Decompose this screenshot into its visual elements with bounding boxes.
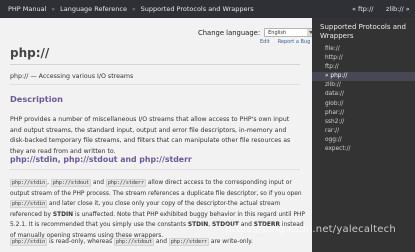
breadcrumb-language-reference[interactable]: Language Reference — [60, 5, 127, 13]
page-title: php:// — [10, 46, 50, 60]
next-page-link[interactable]: zlib:// » — [386, 5, 410, 13]
code-stdout: php://stdout — [50, 179, 91, 187]
sidebar-item-http[interactable]: http:// — [325, 54, 415, 63]
breadcrumb: PHP Manual » Language Reference » Suppor… — [8, 5, 254, 13]
const-stdin: STDIN — [187, 222, 209, 228]
sidebar-item-ogg[interactable]: ogg:// — [325, 136, 415, 145]
divider — [10, 169, 300, 170]
sidebar-item-expect[interactable]: expect:// — [325, 145, 415, 154]
sidebar-item-data[interactable]: data:// — [325, 90, 415, 99]
sidebar: Supported Protocols and Wrappers file://… — [312, 18, 415, 252]
sidebar-item-ftp[interactable]: ftp:// — [325, 63, 415, 72]
watermark: https://blog.csdn.net/yalecaltech — [225, 224, 396, 235]
language-select[interactable]: English — [264, 28, 312, 37]
sidebar-item-php[interactable]: » php:// — [312, 72, 415, 82]
const-stdin: STDIN — [52, 211, 74, 218]
code-stdin: php://stdin — [10, 179, 48, 187]
divider — [10, 64, 300, 65]
breadcrumb-supported-protocols[interactable]: Supported Protocols and Wrappers — [141, 5, 254, 13]
report-bug-link[interactable]: Report a Bug — [278, 39, 311, 45]
sidebar-item-phar[interactable]: phar:// — [325, 109, 415, 118]
description-paragraph: PHP provides a number of miscellaneous I… — [10, 116, 291, 155]
top-navigation-bar: PHP Manual » Language Reference » Suppor… — [0, 0, 415, 18]
code-stdin: php://stdin — [10, 238, 48, 246]
sidebar-item-ssh2[interactable]: ssh2:// — [325, 118, 415, 127]
code-stdout: php://stdout — [113, 238, 155, 246]
sidebar-item-glob[interactable]: glob:// — [325, 100, 415, 109]
code-stdin: php://stdin — [10, 200, 48, 208]
sidebar-title[interactable]: Supported Protocols and Wrappers — [320, 23, 412, 41]
edit-links: Edit Report a Bug — [260, 39, 310, 45]
main-content: Change language: English Edit Report a B… — [0, 18, 312, 252]
code-stderr: php://stderr — [105, 179, 146, 187]
breadcrumb-separator: » — [51, 5, 56, 13]
sidebar-item-file[interactable]: file:// — [325, 45, 415, 54]
language-select-value: English — [268, 30, 287, 36]
readonly-paragraph: php://stdin is read-only, whereas php://… — [10, 238, 253, 246]
refname-line: php:// — Accessing various I/O streams — [10, 73, 134, 80]
sidebar-item-zlib[interactable]: zlib:// — [325, 81, 415, 90]
edit-link[interactable]: Edit — [260, 39, 270, 45]
description-heading: Description — [10, 94, 63, 104]
divider — [10, 84, 300, 85]
breadcrumb-php-manual[interactable]: PHP Manual — [8, 5, 46, 13]
sidebar-item-rar[interactable]: rar:// — [325, 127, 415, 136]
prev-page-link[interactable]: « ftp:// — [352, 5, 373, 13]
sidebar-list: file:// http:// ftp:// » php:// zlib:// … — [312, 45, 415, 154]
language-switcher: Change language: English — [198, 28, 312, 37]
section-heading: php://stdin, php://stdout and php://stde… — [10, 155, 192, 164]
breadcrumb-separator: » — [131, 5, 136, 13]
language-label: Change language: — [198, 28, 261, 37]
code-stderr: php://stderr — [168, 238, 210, 246]
